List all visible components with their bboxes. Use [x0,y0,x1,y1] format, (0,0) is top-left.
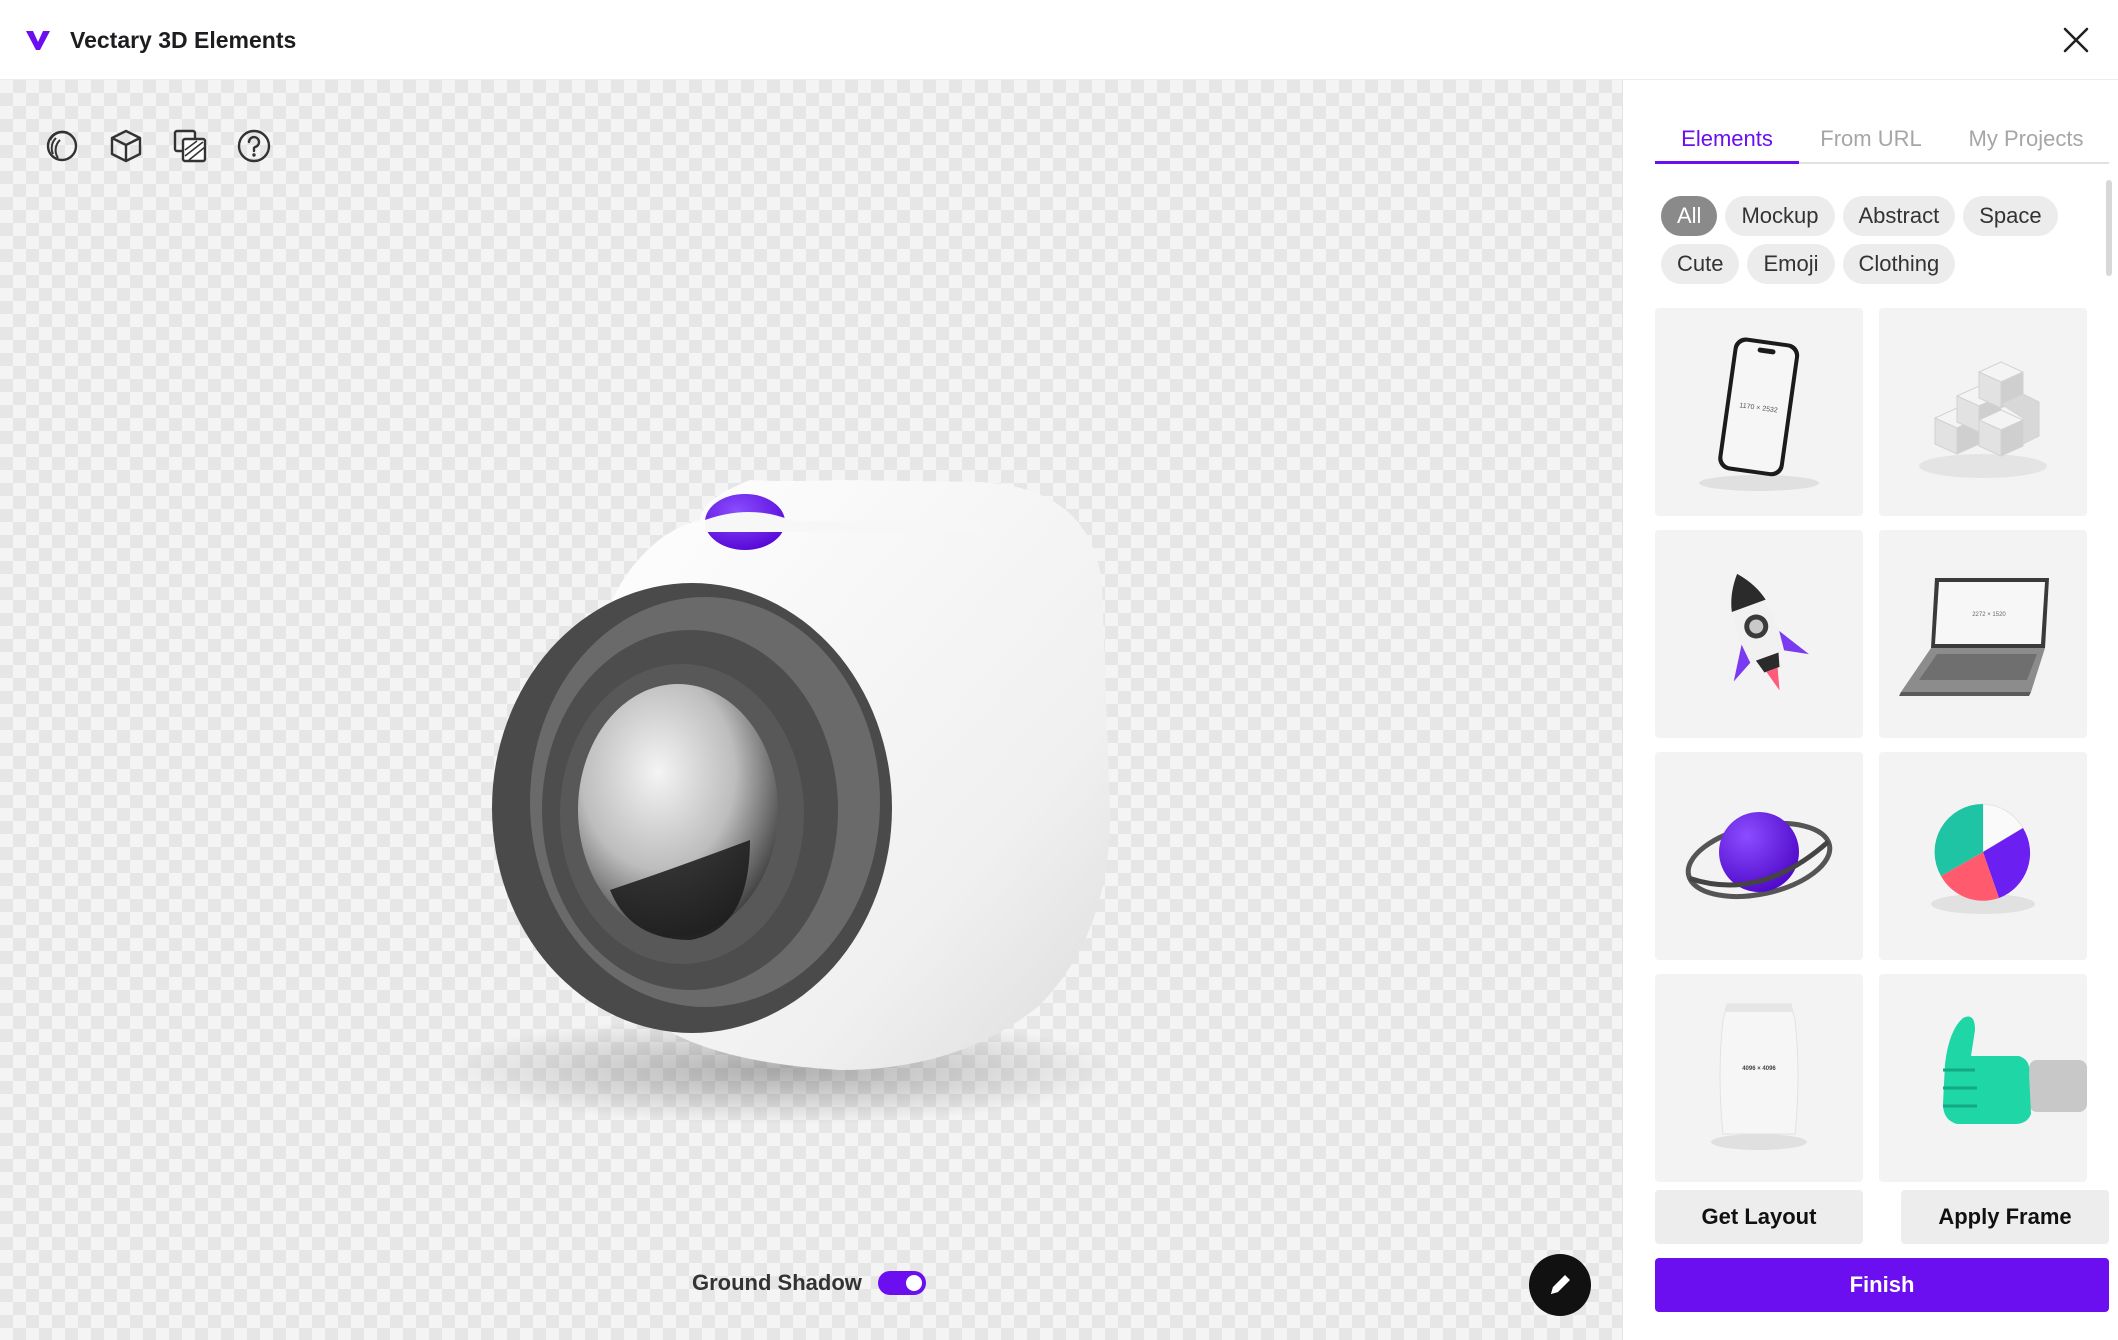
thumbs-up-thumbnail [1943,1016,2087,1124]
element-card-pie[interactable] [1879,752,2087,960]
bag-label-text: 4096 × 4096 [1742,1066,1776,1072]
3d-viewport[interactable]: Ground Shadow [0,80,1622,1340]
lighting-icon[interactable] [42,126,82,166]
ground-shadow-label: Ground Shadow [692,1270,862,1295]
camera-3d-model[interactable] [420,370,1180,1130]
element-card-rocket[interactable] [1655,530,1863,738]
cubes-stack-thumbnail [1919,361,2047,478]
get-layout-button[interactable]: Get Layout [1655,1190,1863,1244]
ground-shadow-control: Ground Shadow [692,1266,926,1300]
title-bar: Vectary 3D Elements [0,0,2118,80]
element-card-laptop[interactable]: 2272 × 1520 [1879,530,2087,738]
filter-abstract[interactable]: Abstract [1842,196,1956,236]
filter-emoji[interactable]: Emoji [1747,244,1835,284]
laptop-mockup-thumbnail: 2272 × 1520 [1899,578,2049,696]
planet-ring-thumbnail [1685,812,1833,899]
filter-all[interactable]: All [1661,196,1718,236]
panel-scrollbar[interactable] [2106,180,2112,276]
tab-elements[interactable]: Elements [1655,120,1799,164]
element-card-cubes[interactable] [1879,308,2087,516]
layers-icon[interactable] [170,126,210,166]
elements-grid: 1170 × 2532 2272 × 1520 4096 × 4096 [1655,308,2109,1250]
help-icon[interactable] [234,126,274,166]
toggle-knob [905,1275,922,1291]
filter-space[interactable]: Space [1963,196,2058,236]
element-card-bag[interactable]: 4096 × 4096 [1655,974,1863,1182]
filter-mockup[interactable]: Mockup [1725,196,1835,236]
element-card-planet[interactable] [1655,752,1863,960]
elements-panel: Elements From URL My Projects All Mockup… [1622,80,2118,1340]
app-title: Vectary 3D Elements [70,27,297,53]
apply-frame-button[interactable]: Apply Frame [1901,1190,2109,1244]
edit-button[interactable] [1529,1254,1591,1316]
finish-button[interactable]: Finish [1655,1258,2109,1312]
pencil-icon [1551,1275,1570,1294]
pie-chart-thumbnail [1931,803,2035,914]
rocket-thumbnail [1731,573,1809,691]
ground-shadow-toggle[interactable] [877,1271,926,1295]
cube-icon[interactable] [106,126,146,166]
laptop-screen-text: 2272 × 1520 [1972,612,2006,618]
element-card-phone[interactable]: 1170 × 2532 [1655,308,1863,516]
category-filters: All Mockup Abstract Space Cute Emoji Clo… [1661,196,2091,284]
close-icon[interactable] [2060,24,2092,56]
phone-mockup-thumbnail: 1170 × 2532 [1699,337,1819,491]
vectary-logo-icon [26,31,50,50]
tab-from-url[interactable]: From URL [1799,120,1943,164]
panel-tabs: Elements From URL My Projects [1655,120,2109,164]
element-card-thumbs-up[interactable] [1879,974,2087,1182]
filter-cute[interactable]: Cute [1661,244,1740,284]
tab-my-projects[interactable]: My Projects [1943,120,2109,164]
filter-clothing[interactable]: Clothing [1842,244,1956,284]
coffee-bag-thumbnail: 4096 × 4096 [1711,1003,1807,1150]
